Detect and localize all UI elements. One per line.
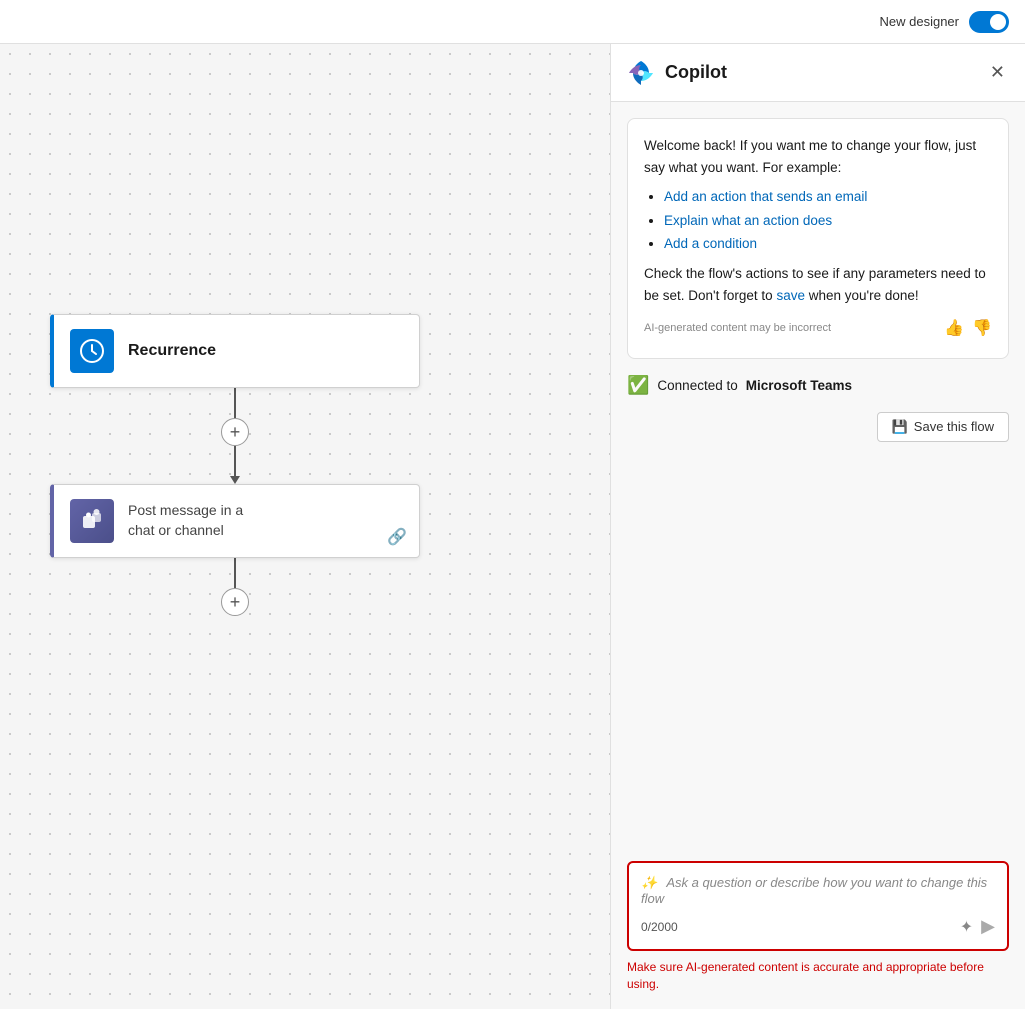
save-link[interactable]: save — [776, 288, 805, 303]
send-button[interactable]: ▶ — [981, 916, 995, 937]
ai-disclaimer: AI-generated content may be incorrect — [644, 320, 831, 338]
flow-container: Recurrence + — [50, 314, 420, 616]
example-item-3: Add a condition — [664, 233, 992, 255]
example-link-1[interactable]: Add an action that sends an email — [664, 189, 867, 204]
save-icon: 💾 — [892, 419, 908, 435]
thumbs-up-icon[interactable]: 👍 — [944, 316, 964, 342]
teams-title-area: Post message in a chat or channel — [128, 501, 243, 540]
followup-done: when you're done! — [809, 288, 919, 303]
message-intro: Welcome back! If you want me to change y… — [644, 135, 992, 178]
example-link-3[interactable]: Add a condition — [664, 236, 757, 251]
copilot-title-area: Copilot — [627, 59, 727, 87]
new-designer-toggle[interactable] — [969, 11, 1009, 33]
copilot-logo-icon — [627, 59, 655, 87]
teams-title-line1: Post message in a — [128, 501, 243, 521]
save-btn-container: 💾 Save this flow — [627, 412, 1009, 442]
example-item-2: Explain what an action does — [664, 210, 992, 232]
message-followup: Check the flow's actions to see if any p… — [644, 263, 992, 306]
canvas-area: Recurrence + — [0, 44, 610, 1009]
copilot-close-button[interactable]: ✕ — [986, 58, 1009, 87]
welcome-message-bubble: Welcome back! If you want me to change y… — [627, 118, 1009, 359]
link-icon: 🔗 — [387, 527, 407, 547]
new-designer-label: New designer — [880, 14, 960, 29]
followup-dont: Don't forget to — [688, 288, 776, 303]
placeholder-text: Ask a question or describe how you want … — [641, 875, 987, 906]
input-footer: 0/2000 ✦ ▶ — [641, 916, 995, 937]
copilot-title-text: Copilot — [665, 62, 727, 83]
char-count: 0/2000 — [641, 920, 678, 934]
teams-title-line2: chat or channel — [128, 521, 243, 541]
connected-status: ✅ Connected to Microsoft Teams — [627, 371, 1009, 400]
line-1 — [234, 388, 236, 418]
feedback-icons: 👍 👎 — [944, 316, 992, 342]
copilot-input-box[interactable]: ✨ Ask a question or describe how you wan… — [627, 861, 1009, 951]
save-flow-label: Save this flow — [914, 419, 994, 434]
recurrence-title: Recurrence — [128, 342, 216, 360]
connected-service: Microsoft Teams — [746, 378, 852, 393]
main-content: Recurrence + — [0, 44, 1025, 1009]
teams-icon — [70, 499, 114, 543]
connector-2: + — [221, 558, 249, 616]
spark-icon-inline: ✨ — [641, 875, 657, 891]
thumbs-down-icon[interactable]: 👎 — [972, 316, 992, 342]
copilot-panel: Copilot ✕ Welcome back! If you want me t… — [610, 44, 1025, 1009]
top-bar: New designer — [0, 0, 1025, 44]
recurrence-node[interactable]: Recurrence — [50, 314, 420, 388]
line-2 — [234, 446, 236, 476]
message-footer: AI-generated content may be incorrect 👍 … — [644, 316, 992, 342]
save-flow-button[interactable]: 💾 Save this flow — [877, 412, 1009, 442]
examples-list: Add an action that sends an email Explai… — [664, 186, 992, 255]
add-step-btn-2[interactable]: + — [221, 588, 249, 616]
example-item-1: Add an action that sends an email — [664, 186, 992, 208]
input-placeholder-text: ✨ Ask a question or describe how you wan… — [641, 875, 995, 906]
copilot-body: Welcome back! If you want me to change y… — [611, 102, 1025, 851]
line-3 — [234, 558, 236, 588]
recurrence-icon — [70, 329, 114, 373]
copilot-header: Copilot ✕ — [611, 44, 1025, 102]
input-actions: ✦ ▶ — [960, 916, 995, 937]
arrow-1 — [230, 476, 240, 484]
teams-node[interactable]: Post message in a chat or channel 🔗 — [50, 484, 420, 558]
spark-button[interactable]: ✦ — [960, 917, 973, 937]
check-icon: ✅ — [627, 375, 649, 396]
example-link-2[interactable]: Explain what an action does — [664, 213, 832, 228]
connector-1: + — [221, 388, 249, 484]
connected-label: Connected to — [657, 378, 737, 393]
copilot-input-area: ✨ Ask a question or describe how you wan… — [611, 851, 1025, 1009]
add-step-btn-1[interactable]: + — [221, 418, 249, 446]
disclaimer-text: Make sure AI-generated content is accura… — [627, 959, 1009, 993]
